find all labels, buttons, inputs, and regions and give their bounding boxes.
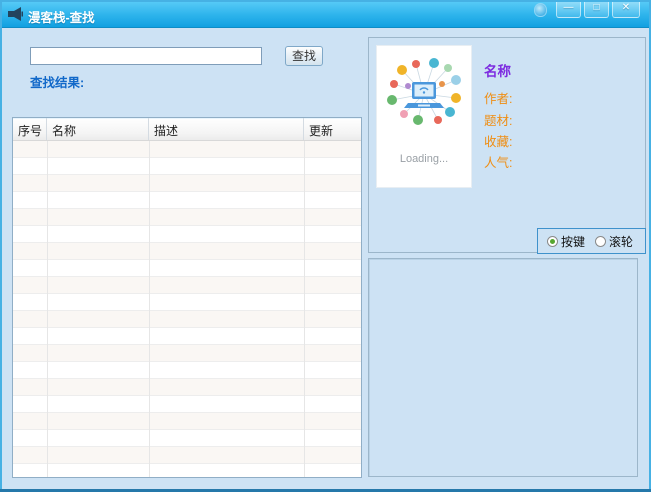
results-table-header: 序号 名称 描述 更新 (13, 118, 361, 141)
detail-favorites-label: 收藏: (484, 131, 512, 150)
minimize-button[interactable]: — (556, 0, 581, 18)
radio-option-key[interactable]: 按键 (547, 233, 585, 250)
column-header-name[interactable]: 名称 (47, 118, 149, 140)
column-header-index[interactable]: 序号 (13, 118, 47, 140)
results-table-body[interactable] (13, 141, 361, 477)
detail-name-label: 名称 (484, 60, 511, 80)
search-results-label: 查找结果: (30, 72, 84, 91)
app-window: 漫客栈-查找 — □ ✕ 查找 查找结果: 序号 名称 描述 更新 (0, 0, 651, 492)
cover-image-placeholder: Loading... (377, 46, 471, 187)
close-button[interactable]: ✕ (612, 0, 640, 18)
radio-option-label: 滚轮 (609, 233, 633, 250)
search-input[interactable] (30, 47, 262, 65)
detail-genre-label: 题材: (484, 110, 512, 129)
column-divider (149, 141, 150, 477)
skin-icon[interactable] (534, 3, 547, 17)
search-button[interactable]: 查找 (285, 46, 323, 66)
column-header-update[interactable]: 更新 (304, 118, 361, 140)
detail-author-label: 作者: (484, 88, 512, 107)
column-header-description[interactable]: 描述 (149, 118, 304, 140)
radio-option-wheel[interactable]: 滚轮 (595, 233, 633, 250)
titlebar: 漫客栈-查找 — □ ✕ (0, 0, 651, 28)
radio-button-icon[interactable] (547, 236, 558, 247)
column-divider (304, 141, 305, 477)
mode-selector-box: 按键 滚轮 (537, 228, 646, 254)
radio-option-label: 按键 (561, 233, 585, 250)
app-logo-icon (8, 7, 23, 21)
radio-button-icon[interactable] (595, 236, 606, 247)
maximize-button[interactable]: □ (584, 0, 609, 18)
window-title: 漫客栈-查找 (28, 7, 95, 26)
detail-popularity-label: 人气: (484, 152, 512, 171)
detail-panel: Loading... 名称 作者: 题材: 收藏: 人气: (368, 37, 646, 253)
column-divider (47, 141, 48, 477)
cover-illustration-icon (382, 54, 466, 138)
bottom-content-panel (368, 258, 638, 477)
results-table[interactable]: 序号 名称 描述 更新 (12, 117, 362, 478)
cover-loading-text: Loading... (377, 153, 471, 165)
